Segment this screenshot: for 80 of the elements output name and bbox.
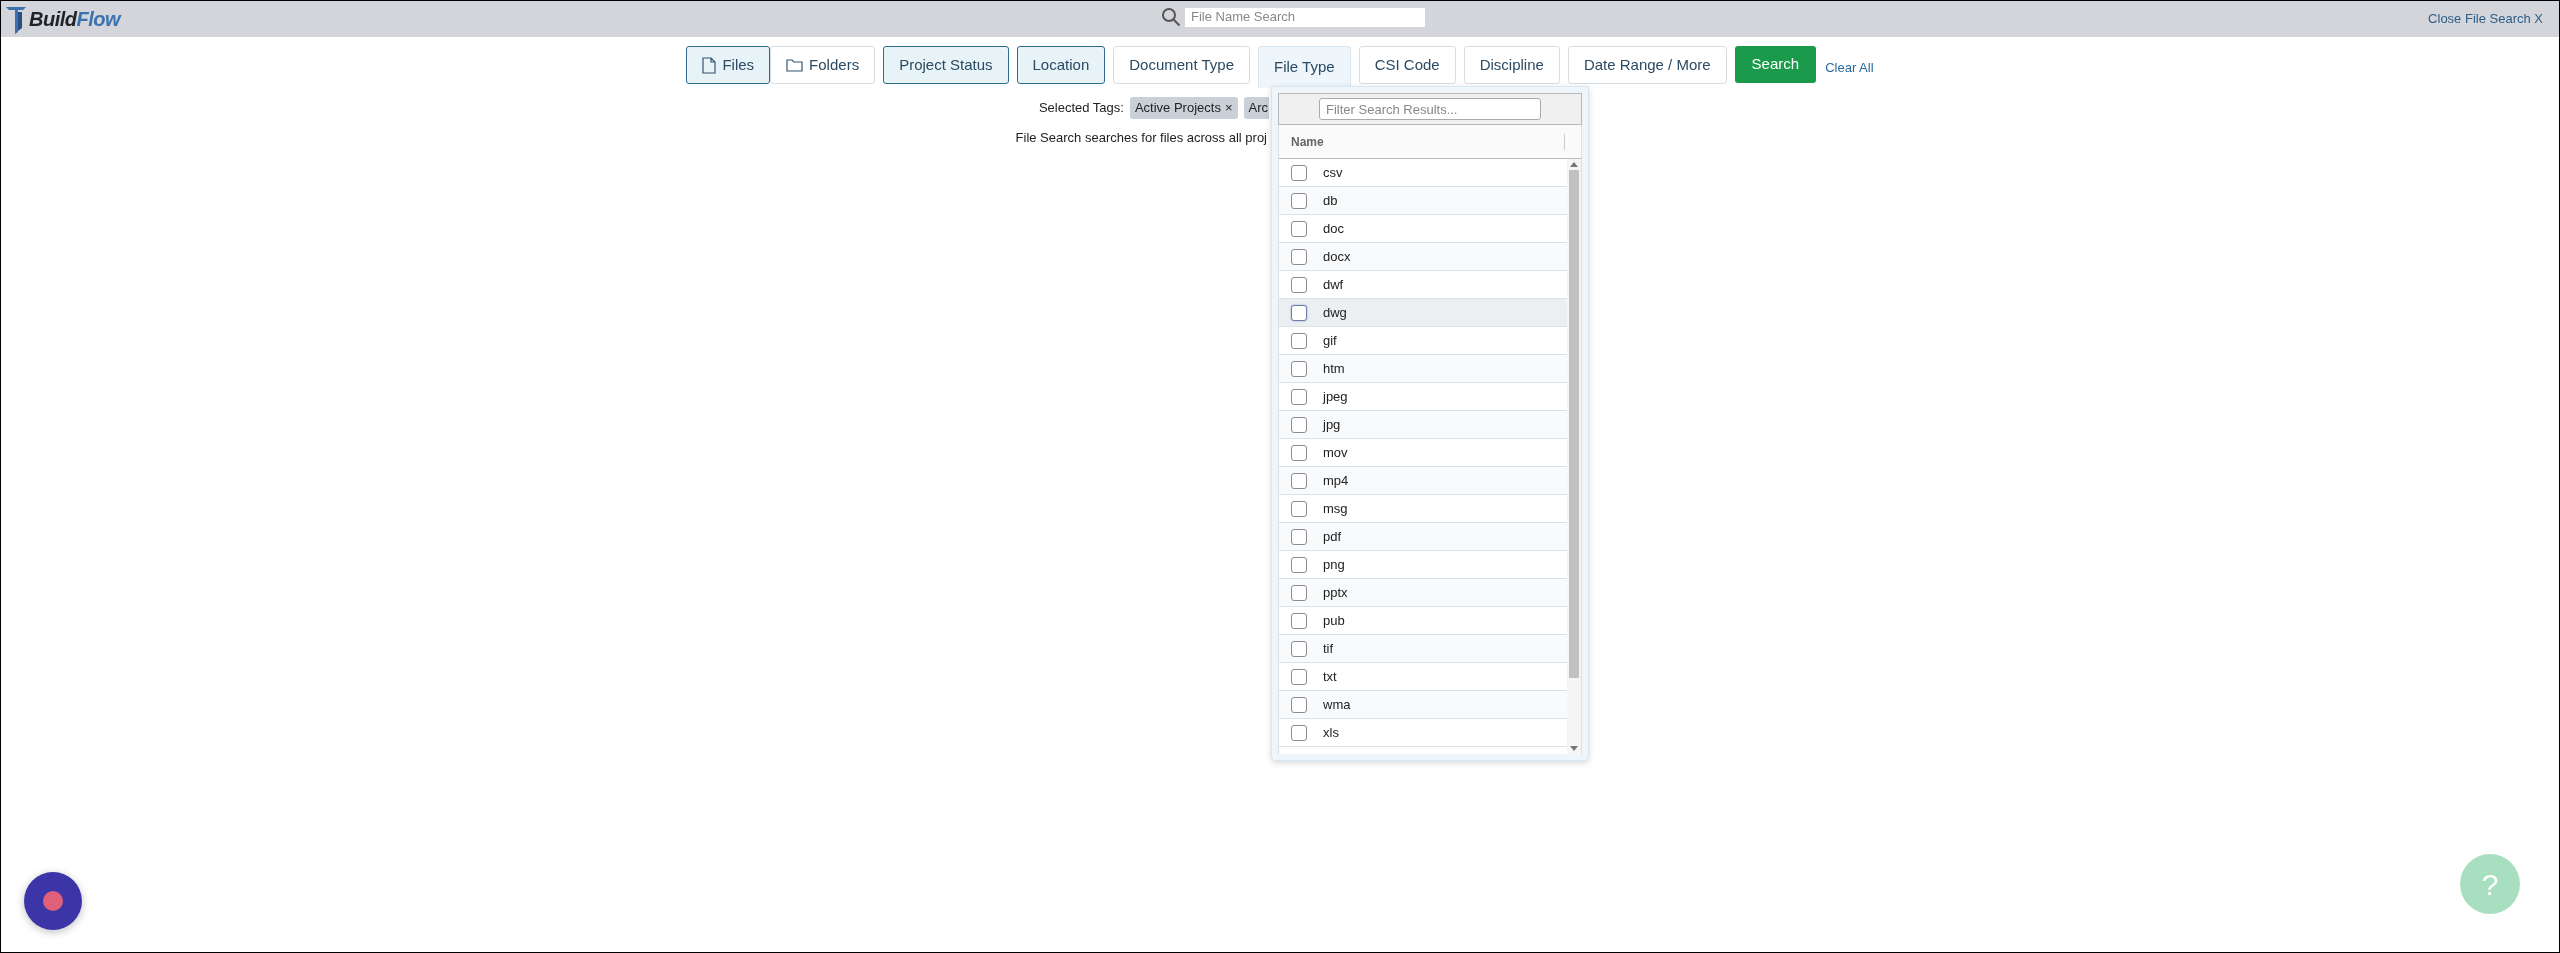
file-type-label: png — [1323, 555, 1345, 574]
list-row[interactable]: mp4 — [1279, 467, 1567, 495]
file-type-label: mov — [1323, 443, 1348, 462]
checkbox[interactable] — [1291, 724, 1307, 741]
checkbox[interactable] — [1291, 584, 1307, 601]
list-row[interactable]: pptx — [1279, 579, 1567, 607]
file-type-label: dwf — [1323, 275, 1344, 294]
file-type-label: doc — [1323, 219, 1344, 238]
checkbox[interactable] — [1291, 668, 1307, 685]
filter-button[interactable]: Folders — [770, 46, 876, 84]
checkbox[interactable] — [1291, 612, 1307, 629]
checkbox[interactable] — [1291, 192, 1307, 209]
checkbox[interactable] — [1291, 332, 1307, 349]
file-type-label: pdf — [1323, 527, 1342, 546]
scroll-down-icon[interactable] — [1570, 746, 1578, 751]
file-icon — [702, 56, 717, 74]
info-text: File Search searches for files across all proj — [1015, 129, 1267, 147]
filter-button[interactable]: File Type — [1258, 46, 1351, 88]
checkbox[interactable] — [1291, 360, 1307, 377]
checkbox[interactable] — [1291, 696, 1307, 713]
file-type-label: htm — [1323, 359, 1345, 378]
clear-all-link[interactable]: Clear All — [1825, 58, 1874, 78]
checkbox[interactable] — [1291, 276, 1307, 293]
remove-tag-icon[interactable]: × — [1224, 98, 1233, 118]
filter-field[interactable]: Filter Search Results... — [1319, 98, 1541, 120]
file-type-label: db — [1323, 191, 1338, 210]
logo-text: BuildFlow — [29, 7, 121, 32]
filter-button[interactable]: Location — [1016, 46, 1106, 84]
file-type-label: gif — [1323, 331, 1337, 350]
search-field[interactable]: File Name Search — [1185, 7, 1425, 27]
checkbox[interactable] — [1291, 528, 1307, 545]
filter-button[interactable]: Files — [686, 46, 771, 84]
checkbox[interactable] — [1291, 304, 1307, 321]
filter-button[interactable]: Discipline — [1463, 46, 1560, 84]
checkbox[interactable] — [1291, 220, 1307, 237]
list-row[interactable]: db — [1279, 187, 1567, 215]
checkbox[interactable] — [1291, 472, 1307, 489]
list-row[interactable]: dwg — [1279, 299, 1567, 327]
tag-chip[interactable]: Arc — [1243, 97, 1269, 119]
scroll-up-icon[interactable] — [1570, 162, 1578, 167]
search-button[interactable]: Search — [1734, 46, 1817, 83]
column-header[interactable]: Name — [1279, 125, 1581, 159]
file-type-label: tif — [1323, 639, 1334, 658]
file-type-label: dwg — [1323, 303, 1347, 322]
checkbox[interactable] — [1291, 500, 1307, 517]
file-type-label: msg — [1323, 499, 1348, 518]
list-row[interactable]: htm — [1279, 355, 1567, 383]
checkbox[interactable] — [1291, 164, 1307, 181]
checkbox[interactable] — [1291, 416, 1307, 433]
file-type-label: jpeg — [1323, 387, 1348, 406]
list-row[interactable]: jpg — [1279, 411, 1567, 439]
file-type-label: wma — [1323, 695, 1351, 714]
checkbox[interactable] — [1291, 248, 1307, 265]
chat-button[interactable] — [24, 872, 82, 930]
folder-icon — [786, 58, 804, 72]
file-type-label: pptx — [1323, 583, 1348, 602]
filter-button[interactable]: Date Range / More — [1567, 46, 1727, 84]
filter-button[interactable]: CSI Code — [1358, 46, 1456, 84]
filter-button[interactable]: Project Status — [883, 46, 1009, 84]
checkbox[interactable] — [1291, 388, 1307, 405]
checkbox[interactable] — [1291, 640, 1307, 657]
logo-icon — [5, 4, 27, 34]
file-type-label: csv — [1323, 163, 1343, 182]
list-row[interactable]: tif — [1279, 635, 1567, 663]
selected-tags-label: Selected Tags: — [1038, 99, 1124, 118]
list-row[interactable]: wma — [1279, 691, 1567, 719]
checkbox[interactable] — [1291, 556, 1307, 573]
search-icon — [1161, 7, 1181, 27]
file-type-label: txt — [1323, 667, 1337, 686]
file-type-label: docx — [1323, 247, 1351, 266]
filter-button[interactable]: Document Type — [1113, 46, 1251, 84]
file-type-label: mp4 — [1323, 471, 1349, 490]
checkbox[interactable] — [1291, 444, 1307, 461]
file-type-label: pub — [1323, 611, 1345, 630]
file-type-label: xls — [1323, 723, 1339, 742]
close-search-link[interactable]: Close File Search X — [2428, 9, 2543, 29]
list-row[interactable]: docx — [1279, 243, 1567, 271]
file-type-label: jpg — [1323, 415, 1341, 434]
tag-chip[interactable]: Active Projects × — [1129, 97, 1238, 119]
list-row[interactable]: pdf — [1279, 523, 1567, 551]
